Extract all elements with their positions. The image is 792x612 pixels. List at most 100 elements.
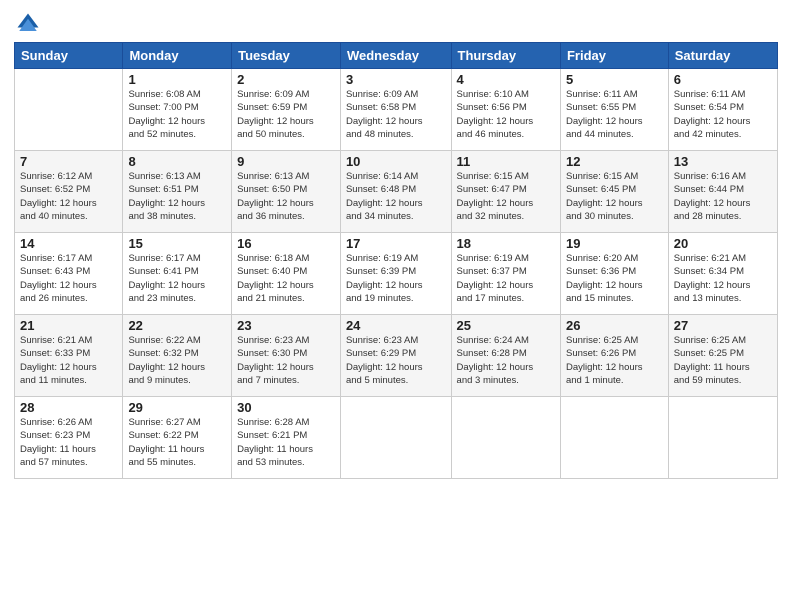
logo xyxy=(14,10,46,38)
calendar-table: SundayMondayTuesdayWednesdayThursdayFrid… xyxy=(14,42,778,479)
calendar-cell: 25Sunrise: 6:24 AMSunset: 6:28 PMDayligh… xyxy=(451,315,560,397)
calendar-cell: 17Sunrise: 6:19 AMSunset: 6:39 PMDayligh… xyxy=(340,233,451,315)
day-info: Sunrise: 6:09 AMSunset: 6:59 PMDaylight:… xyxy=(237,88,335,141)
col-header-monday: Monday xyxy=(123,43,232,69)
col-header-thursday: Thursday xyxy=(451,43,560,69)
day-info: Sunrise: 6:14 AMSunset: 6:48 PMDaylight:… xyxy=(346,170,446,223)
day-info: Sunrise: 6:25 AMSunset: 6:25 PMDaylight:… xyxy=(674,334,772,387)
calendar-header-row: SundayMondayTuesdayWednesdayThursdayFrid… xyxy=(15,43,778,69)
header xyxy=(14,10,778,38)
day-info: Sunrise: 6:23 AMSunset: 6:29 PMDaylight:… xyxy=(346,334,446,387)
calendar-cell: 12Sunrise: 6:15 AMSunset: 6:45 PMDayligh… xyxy=(560,151,668,233)
calendar-cell: 6Sunrise: 6:11 AMSunset: 6:54 PMDaylight… xyxy=(668,69,777,151)
calendar-cell: 30Sunrise: 6:28 AMSunset: 6:21 PMDayligh… xyxy=(232,397,341,479)
calendar-cell xyxy=(340,397,451,479)
day-info: Sunrise: 6:18 AMSunset: 6:40 PMDaylight:… xyxy=(237,252,335,305)
calendar-cell: 2Sunrise: 6:09 AMSunset: 6:59 PMDaylight… xyxy=(232,69,341,151)
day-number: 21 xyxy=(20,318,117,333)
day-number: 19 xyxy=(566,236,663,251)
day-number: 26 xyxy=(566,318,663,333)
day-info: Sunrise: 6:25 AMSunset: 6:26 PMDaylight:… xyxy=(566,334,663,387)
day-number: 27 xyxy=(674,318,772,333)
col-header-tuesday: Tuesday xyxy=(232,43,341,69)
day-number: 13 xyxy=(674,154,772,169)
day-info: Sunrise: 6:17 AMSunset: 6:43 PMDaylight:… xyxy=(20,252,117,305)
calendar-cell: 24Sunrise: 6:23 AMSunset: 6:29 PMDayligh… xyxy=(340,315,451,397)
calendar-cell xyxy=(451,397,560,479)
day-number: 25 xyxy=(457,318,555,333)
day-number: 5 xyxy=(566,72,663,87)
calendar-cell xyxy=(15,69,123,151)
day-number: 9 xyxy=(237,154,335,169)
col-header-saturday: Saturday xyxy=(668,43,777,69)
day-number: 4 xyxy=(457,72,555,87)
calendar-cell: 4Sunrise: 6:10 AMSunset: 6:56 PMDaylight… xyxy=(451,69,560,151)
day-number: 6 xyxy=(674,72,772,87)
day-number: 29 xyxy=(128,400,226,415)
col-header-wednesday: Wednesday xyxy=(340,43,451,69)
day-info: Sunrise: 6:10 AMSunset: 6:56 PMDaylight:… xyxy=(457,88,555,141)
calendar-cell: 20Sunrise: 6:21 AMSunset: 6:34 PMDayligh… xyxy=(668,233,777,315)
calendar-cell: 22Sunrise: 6:22 AMSunset: 6:32 PMDayligh… xyxy=(123,315,232,397)
calendar-cell: 23Sunrise: 6:23 AMSunset: 6:30 PMDayligh… xyxy=(232,315,341,397)
calendar-cell: 15Sunrise: 6:17 AMSunset: 6:41 PMDayligh… xyxy=(123,233,232,315)
calendar-cell: 29Sunrise: 6:27 AMSunset: 6:22 PMDayligh… xyxy=(123,397,232,479)
day-number: 3 xyxy=(346,72,446,87)
calendar-cell: 7Sunrise: 6:12 AMSunset: 6:52 PMDaylight… xyxy=(15,151,123,233)
day-info: Sunrise: 6:19 AMSunset: 6:37 PMDaylight:… xyxy=(457,252,555,305)
calendar-week-row: 1Sunrise: 6:08 AMSunset: 7:00 PMDaylight… xyxy=(15,69,778,151)
calendar-cell: 16Sunrise: 6:18 AMSunset: 6:40 PMDayligh… xyxy=(232,233,341,315)
calendar-cell: 27Sunrise: 6:25 AMSunset: 6:25 PMDayligh… xyxy=(668,315,777,397)
calendar-week-row: 7Sunrise: 6:12 AMSunset: 6:52 PMDaylight… xyxy=(15,151,778,233)
day-info: Sunrise: 6:26 AMSunset: 6:23 PMDaylight:… xyxy=(20,416,117,469)
day-number: 11 xyxy=(457,154,555,169)
calendar-cell: 19Sunrise: 6:20 AMSunset: 6:36 PMDayligh… xyxy=(560,233,668,315)
calendar-cell: 28Sunrise: 6:26 AMSunset: 6:23 PMDayligh… xyxy=(15,397,123,479)
calendar-cell: 10Sunrise: 6:14 AMSunset: 6:48 PMDayligh… xyxy=(340,151,451,233)
calendar-cell xyxy=(560,397,668,479)
day-number: 12 xyxy=(566,154,663,169)
day-number: 24 xyxy=(346,318,446,333)
day-info: Sunrise: 6:28 AMSunset: 6:21 PMDaylight:… xyxy=(237,416,335,469)
day-number: 2 xyxy=(237,72,335,87)
day-number: 28 xyxy=(20,400,117,415)
day-number: 20 xyxy=(674,236,772,251)
day-info: Sunrise: 6:11 AMSunset: 6:54 PMDaylight:… xyxy=(674,88,772,141)
day-number: 1 xyxy=(128,72,226,87)
day-number: 14 xyxy=(20,236,117,251)
day-info: Sunrise: 6:09 AMSunset: 6:58 PMDaylight:… xyxy=(346,88,446,141)
day-info: Sunrise: 6:17 AMSunset: 6:41 PMDaylight:… xyxy=(128,252,226,305)
day-number: 8 xyxy=(128,154,226,169)
day-info: Sunrise: 6:20 AMSunset: 6:36 PMDaylight:… xyxy=(566,252,663,305)
day-info: Sunrise: 6:22 AMSunset: 6:32 PMDaylight:… xyxy=(128,334,226,387)
day-info: Sunrise: 6:13 AMSunset: 6:50 PMDaylight:… xyxy=(237,170,335,223)
calendar-cell: 18Sunrise: 6:19 AMSunset: 6:37 PMDayligh… xyxy=(451,233,560,315)
calendar-cell: 1Sunrise: 6:08 AMSunset: 7:00 PMDaylight… xyxy=(123,69,232,151)
calendar-week-row: 28Sunrise: 6:26 AMSunset: 6:23 PMDayligh… xyxy=(15,397,778,479)
calendar-cell: 9Sunrise: 6:13 AMSunset: 6:50 PMDaylight… xyxy=(232,151,341,233)
day-info: Sunrise: 6:21 AMSunset: 6:34 PMDaylight:… xyxy=(674,252,772,305)
day-info: Sunrise: 6:19 AMSunset: 6:39 PMDaylight:… xyxy=(346,252,446,305)
page: SundayMondayTuesdayWednesdayThursdayFrid… xyxy=(0,0,792,612)
day-number: 18 xyxy=(457,236,555,251)
day-number: 10 xyxy=(346,154,446,169)
logo-icon xyxy=(14,10,42,38)
calendar-week-row: 14Sunrise: 6:17 AMSunset: 6:43 PMDayligh… xyxy=(15,233,778,315)
calendar-cell: 5Sunrise: 6:11 AMSunset: 6:55 PMDaylight… xyxy=(560,69,668,151)
day-info: Sunrise: 6:16 AMSunset: 6:44 PMDaylight:… xyxy=(674,170,772,223)
day-info: Sunrise: 6:24 AMSunset: 6:28 PMDaylight:… xyxy=(457,334,555,387)
day-number: 22 xyxy=(128,318,226,333)
day-info: Sunrise: 6:21 AMSunset: 6:33 PMDaylight:… xyxy=(20,334,117,387)
calendar-cell: 21Sunrise: 6:21 AMSunset: 6:33 PMDayligh… xyxy=(15,315,123,397)
day-number: 15 xyxy=(128,236,226,251)
calendar-cell: 8Sunrise: 6:13 AMSunset: 6:51 PMDaylight… xyxy=(123,151,232,233)
day-number: 16 xyxy=(237,236,335,251)
day-number: 7 xyxy=(20,154,117,169)
day-info: Sunrise: 6:12 AMSunset: 6:52 PMDaylight:… xyxy=(20,170,117,223)
calendar-cell: 11Sunrise: 6:15 AMSunset: 6:47 PMDayligh… xyxy=(451,151,560,233)
day-info: Sunrise: 6:27 AMSunset: 6:22 PMDaylight:… xyxy=(128,416,226,469)
day-info: Sunrise: 6:08 AMSunset: 7:00 PMDaylight:… xyxy=(128,88,226,141)
calendar-cell: 3Sunrise: 6:09 AMSunset: 6:58 PMDaylight… xyxy=(340,69,451,151)
day-info: Sunrise: 6:13 AMSunset: 6:51 PMDaylight:… xyxy=(128,170,226,223)
calendar-cell: 13Sunrise: 6:16 AMSunset: 6:44 PMDayligh… xyxy=(668,151,777,233)
